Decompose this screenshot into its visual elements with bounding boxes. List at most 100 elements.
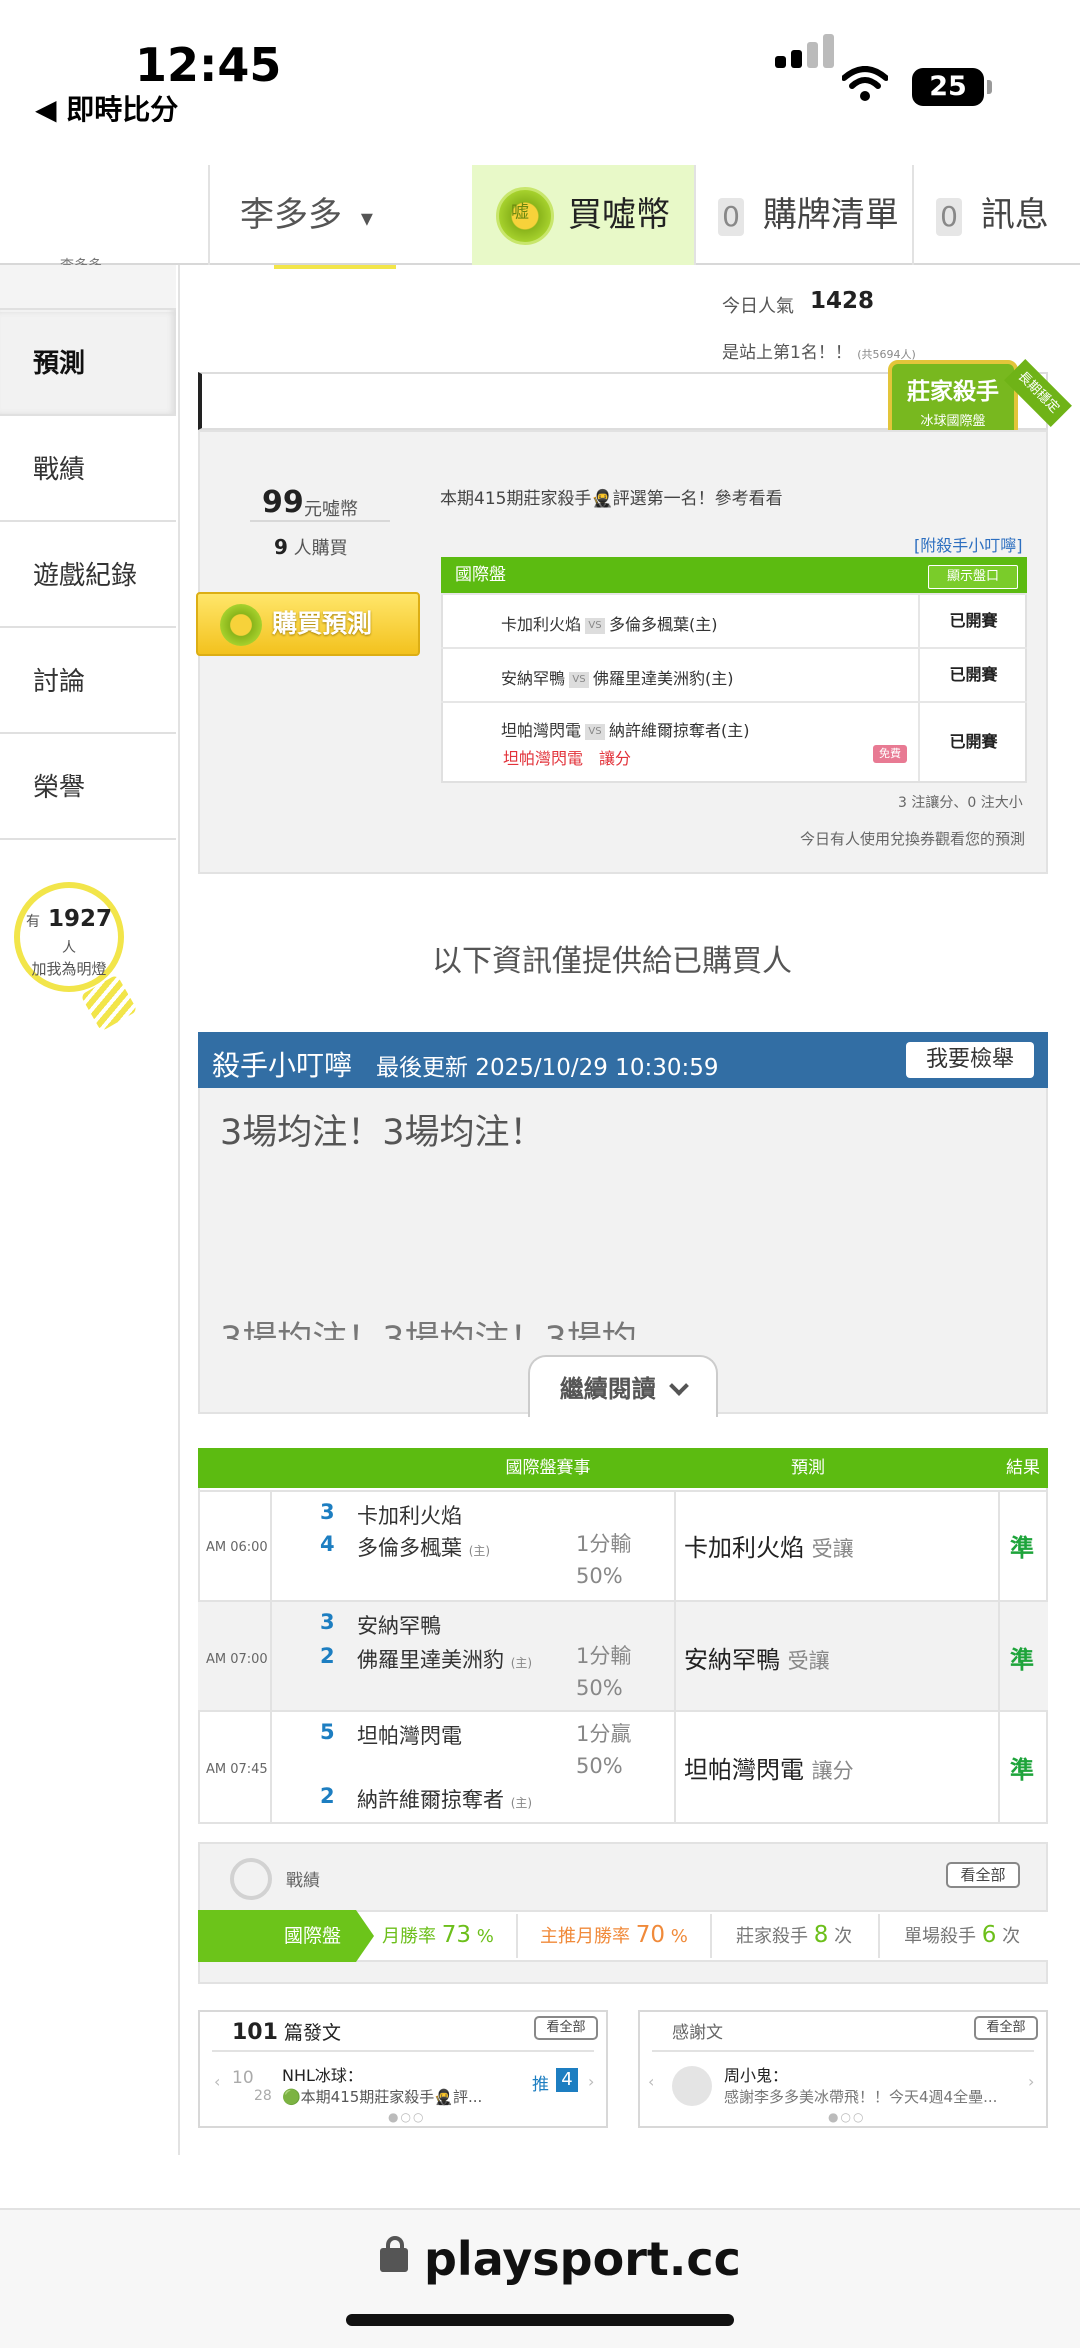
column-divider — [674, 1490, 676, 1824]
read-more-label: 繼續閱讀 — [559, 1375, 656, 1403]
post-excerpt[interactable]: 🟢本期415期莊家殺手🥷評... — [282, 2086, 518, 2107]
home-score: 4 — [320, 1532, 335, 1556]
user-dropdown[interactable]: 李多多 ▾ — [208, 165, 472, 265]
chevron-left-icon[interactable]: ‹ — [214, 2072, 220, 2091]
game-status: 已開賽 — [918, 649, 1027, 701]
post-day: 28 — [254, 2088, 272, 2104]
buyers-count: 9 人購買 — [274, 535, 348, 559]
home-indicator[interactable] — [346, 2314, 734, 2326]
stat-divider — [710, 1914, 712, 1958]
fans-text: 加我為明燈 — [31, 960, 107, 978]
url-bar[interactable]: playsport.cc — [424, 2232, 741, 2286]
push-count: 4 — [556, 2068, 578, 2092]
cart-count-badge: 0 — [718, 197, 744, 236]
card-divider — [212, 2050, 594, 2052]
stat-banker-killer: 莊家殺手 8 次 — [736, 1922, 853, 1948]
away-score: 3 — [320, 1610, 335, 1634]
killer-tips-updated: 最後更新 2025/10/29 10:30:59 — [376, 1055, 719, 1081]
results-header-result: 結果 — [1006, 1458, 1040, 1478]
home-tag: (主) — [510, 1796, 533, 1810]
record-title: 戰績 — [286, 1871, 320, 1891]
avatar — [672, 2066, 712, 2106]
home-team: 納許維爾掠奪者 (主) — [357, 1788, 533, 1812]
away-team: 卡加利火焰 — [357, 1504, 462, 1528]
record-tab-intl[interactable]: 國際盤 — [198, 1910, 356, 1962]
battery-tip — [987, 80, 992, 94]
home-team: 佛羅里達美洲豹(主) — [593, 669, 734, 688]
badge-title: 莊家殺手 — [907, 379, 999, 405]
away-team: 卡加利火焰 — [501, 615, 582, 634]
show-line-button[interactable]: 顯示盤口 — [928, 565, 1018, 589]
posts-see-all-button[interactable]: 看全部 — [534, 2016, 598, 2040]
sidebar-item-game-log[interactable]: 遊戲紀錄 — [0, 524, 176, 628]
report-button[interactable]: 我要檢舉 — [906, 1042, 1034, 1078]
coin-icon: 嘘 — [496, 187, 554, 245]
sidebar-item-record[interactable]: 戰績 — [0, 418, 176, 522]
buy-coin-button[interactable]: 嘘 買噓幣 — [472, 165, 694, 265]
away-team: 安納罕鴨 — [357, 1614, 441, 1638]
record-see-all-button[interactable]: 看全部 — [946, 1862, 1020, 1888]
price-divider — [250, 520, 390, 522]
pick: 坦帕灣閃電 讓分 — [684, 1756, 854, 1784]
game-time: AM 07:45 — [206, 1762, 268, 1777]
bet-summary: 3 注讓分、0 注大小 — [898, 795, 1023, 811]
pick-type: 讓分 — [811, 1759, 854, 1783]
bet-pick: 坦帕灣閃電 讓分 — [503, 749, 632, 768]
post-title[interactable]: NHL冰球： — [282, 2062, 363, 2086]
game-status: 已開賽 — [918, 595, 1027, 647]
pagination-dots: ●○○ — [828, 2110, 866, 2124]
vs-icon: VS — [585, 723, 606, 740]
cart-label: 購牌清單 — [762, 195, 899, 235]
fans-count: 1927 — [48, 906, 113, 932]
lock-icon — [380, 2236, 408, 2272]
home-tag: (主) — [510, 1656, 533, 1670]
column-divider — [998, 1490, 1000, 1824]
read-more-button[interactable]: 繼續閱讀 — [528, 1355, 718, 1417]
user-name: 李多多 — [240, 195, 342, 235]
chevron-right-icon[interactable]: › — [1028, 2072, 1034, 2091]
messages-button[interactable]: 0 訊息 — [912, 165, 1080, 265]
top-nav: 李多多 ▾ 嘘 買噓幣 0 購牌清單 0 訊息 — [0, 165, 1080, 265]
game-time: AM 06:00 — [206, 1540, 268, 1555]
stat-divider — [516, 1914, 518, 1958]
card-divider — [652, 2050, 1034, 2052]
stat-single-killer: 單場殺手 6 次 — [904, 1922, 1021, 1948]
results-header-games: 國際盤賽事 — [505, 1458, 591, 1478]
away-score: 5 — [320, 1720, 335, 1744]
caret-down-icon: ▾ — [360, 204, 373, 232]
home-team: 多倫多楓葉 (主) — [357, 1536, 491, 1560]
stat-month-win: 月勝率 73 % — [382, 1922, 494, 1948]
chevron-left-icon[interactable]: ‹ — [648, 2072, 654, 2091]
away-team: 安納罕鴨 — [501, 669, 566, 688]
price-unit: 元噓幣 — [304, 499, 358, 520]
sidebar-item-discussion[interactable]: 討論 — [0, 630, 176, 734]
posts-count: 101 篇發文 — [232, 2020, 341, 2045]
away-team: 坦帕灣閃電 — [501, 721, 582, 740]
line-result: 1分贏 50% — [576, 1722, 632, 1778]
sidebar-item-honor[interactable]: 榮譽 — [0, 736, 176, 840]
killer-tips-overflow: 3場均注！3場均注！3場均注！ — [220, 1320, 637, 1340]
popularity-value: 1428 — [810, 288, 875, 314]
away-score: 3 — [320, 1500, 335, 1524]
chevron-right-icon[interactable]: › — [588, 2072, 594, 2091]
fans-lightbulb[interactable]: 有 1927 人 加我為明燈 — [14, 882, 124, 992]
back-to-app-link[interactable]: ◀ 即時比分 — [35, 88, 178, 128]
buyers-only-notice: 以下資訊僅提供給已購買人 — [432, 944, 792, 979]
home-team: 納許維爾掠奪者(主) — [609, 721, 750, 740]
thanks-see-all-button[interactable]: 看全部 — [974, 2016, 1038, 2040]
pagination-dots: ●○○ — [388, 2110, 426, 2124]
thanks-excerpt[interactable]: 感謝李多多美冰帶飛！！今天4週4全壘... — [724, 2086, 1024, 2107]
line-result: 1分輸 50% — [576, 1532, 632, 1588]
stat-divider — [878, 1914, 880, 1958]
thanks-author[interactable]: 周小鬼： — [724, 2062, 788, 2086]
buy-coin-label: 買噓幣 — [568, 195, 670, 235]
cart-button[interactable]: 0 購牌清單 — [694, 165, 912, 265]
home-team: 多倫多楓葉(主) — [609, 615, 718, 634]
battery-icon: 25 — [912, 68, 984, 106]
stat-main-month-win: 主推月勝率 70 % — [540, 1922, 688, 1948]
pick: 卡加利火焰 受讓 — [684, 1534, 854, 1562]
line-result: 1分輸 50% — [576, 1644, 632, 1700]
results-header-pick: 預測 — [791, 1458, 825, 1478]
attach-tips-link[interactable]: [附殺手小叮嚀] — [914, 532, 1023, 556]
sidebar-item-predict[interactable]: 預測 — [0, 312, 176, 416]
